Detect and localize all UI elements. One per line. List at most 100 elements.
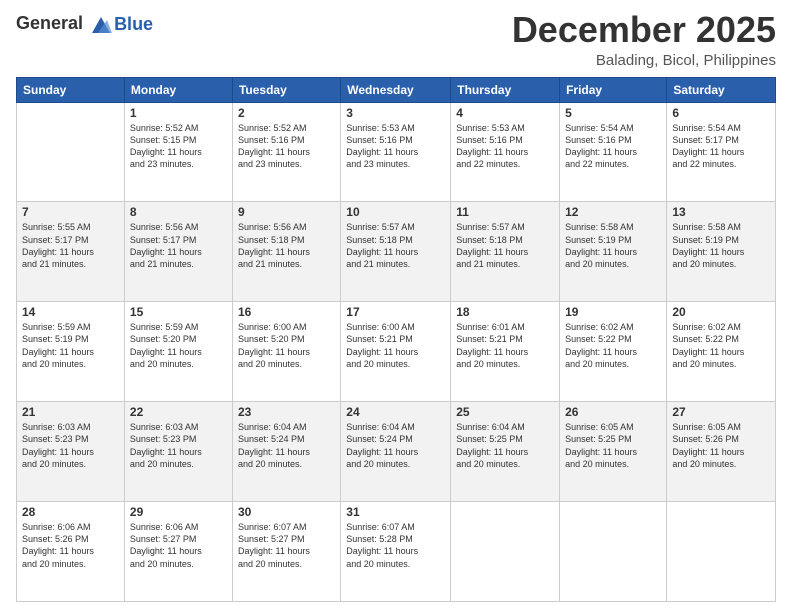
day-info: Sunrise: 6:03 AMSunset: 5:23 PMDaylight:…: [130, 421, 227, 470]
sunset-text: Sunset: 5:18 PM: [238, 234, 335, 246]
calendar-cell: 1Sunrise: 5:52 AMSunset: 5:15 PMDaylight…: [124, 102, 232, 202]
daylight-text: Daylight: 11 hours and 20 minutes.: [346, 446, 445, 470]
daylight-text: Daylight: 11 hours and 20 minutes.: [130, 545, 227, 569]
sunset-text: Sunset: 5:17 PM: [22, 234, 119, 246]
daylight-text: Daylight: 11 hours and 21 minutes.: [130, 246, 227, 270]
day-info: Sunrise: 5:57 AMSunset: 5:18 PMDaylight:…: [456, 221, 554, 270]
sunrise-text: Sunrise: 5:57 AM: [346, 221, 445, 233]
day-info: Sunrise: 5:53 AMSunset: 5:16 PMDaylight:…: [456, 122, 554, 171]
sunset-text: Sunset: 5:23 PM: [130, 433, 227, 445]
location: Balading, Bicol, Philippines: [512, 52, 776, 69]
day-number: 19: [565, 305, 661, 319]
page: General Blue December 2025 Balading, Bic…: [0, 0, 792, 612]
weekday-header-sunday: Sunday: [17, 77, 125, 102]
sunset-text: Sunset: 5:24 PM: [238, 433, 335, 445]
day-number: 16: [238, 305, 335, 319]
day-number: 26: [565, 405, 661, 419]
daylight-text: Daylight: 11 hours and 20 minutes.: [238, 346, 335, 370]
calendar-cell: [17, 102, 125, 202]
calendar-cell: 31Sunrise: 6:07 AMSunset: 5:28 PMDayligh…: [341, 502, 451, 602]
sunset-text: Sunset: 5:20 PM: [130, 333, 227, 345]
sunrise-text: Sunrise: 6:07 AM: [238, 521, 335, 533]
day-number: 22: [130, 405, 227, 419]
daylight-text: Daylight: 11 hours and 20 minutes.: [672, 446, 770, 470]
daylight-text: Daylight: 11 hours and 20 minutes.: [565, 446, 661, 470]
calendar-cell: [451, 502, 560, 602]
daylight-text: Daylight: 11 hours and 20 minutes.: [346, 545, 445, 569]
calendar-cell: 20Sunrise: 6:02 AMSunset: 5:22 PMDayligh…: [667, 302, 776, 402]
calendar-cell: 24Sunrise: 6:04 AMSunset: 5:24 PMDayligh…: [341, 402, 451, 502]
day-info: Sunrise: 6:05 AMSunset: 5:26 PMDaylight:…: [672, 421, 770, 470]
calendar-cell: 27Sunrise: 6:05 AMSunset: 5:26 PMDayligh…: [667, 402, 776, 502]
sunset-text: Sunset: 5:17 PM: [130, 234, 227, 246]
calendar-cell: 8Sunrise: 5:56 AMSunset: 5:17 PMDaylight…: [124, 202, 232, 302]
calendar-cell: 11 Sunrise: 5:57 AMSunset: 5:18 PMDayligh…: [451, 202, 560, 302]
day-info: Sunrise: 5:57 AMSunset: 5:18 PMDaylight:…: [346, 221, 445, 270]
weekday-header-monday: Monday: [124, 77, 232, 102]
day-number: 3: [346, 106, 445, 120]
sunrise-text: Sunrise: 6:03 AM: [130, 421, 227, 433]
sunrise-text: Sunrise: 6:04 AM: [456, 421, 554, 433]
sunrise-text: Sunrise: 6:07 AM: [346, 521, 445, 533]
calendar-week-row: 21Sunrise: 6:03 AMSunset: 5:23 PMDayligh…: [17, 402, 776, 502]
day-number: 11: [456, 205, 554, 219]
sunset-text: Sunset: 5:23 PM: [22, 433, 119, 445]
calendar-header-row: SundayMondayTuesdayWednesdayThursdayFrid…: [17, 77, 776, 102]
title-block: December 2025 Balading, Bicol, Philippin…: [512, 10, 776, 69]
daylight-text: Daylight: 11 hours and 20 minutes.: [238, 545, 335, 569]
day-number: 24: [346, 405, 445, 419]
day-info: Sunrise: 6:04 AMSunset: 5:25 PMDaylight:…: [456, 421, 554, 470]
day-number: 13: [672, 205, 770, 219]
calendar-cell: [560, 502, 667, 602]
day-info: Sunrise: 5:52 AMSunset: 5:16 PMDaylight:…: [238, 122, 335, 171]
day-info: Sunrise: 6:07 AMSunset: 5:28 PMDaylight:…: [346, 521, 445, 570]
weekday-header-tuesday: Tuesday: [232, 77, 340, 102]
daylight-text: Daylight: 11 hours and 21 minutes.: [346, 246, 445, 270]
calendar-cell: [667, 502, 776, 602]
sunrise-text: Sunrise: 5:56 AM: [238, 221, 335, 233]
daylight-text: Daylight: 11 hours and 20 minutes.: [672, 346, 770, 370]
day-number: 23: [238, 405, 335, 419]
sunset-text: Sunset: 5:28 PM: [346, 533, 445, 545]
daylight-text: Daylight: 11 hours and 23 minutes.: [238, 146, 335, 170]
day-info: Sunrise: 5:59 AMSunset: 5:19 PMDaylight:…: [22, 321, 119, 370]
sunrise-text: Sunrise: 6:06 AM: [130, 521, 227, 533]
sunset-text: Sunset: 5:16 PM: [238, 134, 335, 146]
daylight-text: Daylight: 11 hours and 22 minutes.: [672, 146, 770, 170]
calendar-cell: 3Sunrise: 5:53 AMSunset: 5:16 PMDaylight…: [341, 102, 451, 202]
calendar-cell: 6Sunrise: 5:54 AMSunset: 5:17 PMDaylight…: [667, 102, 776, 202]
calendar-cell: 5Sunrise: 5:54 AMSunset: 5:16 PMDaylight…: [560, 102, 667, 202]
calendar-cell: 15Sunrise: 5:59 AMSunset: 5:20 PMDayligh…: [124, 302, 232, 402]
weekday-header-friday: Friday: [560, 77, 667, 102]
weekday-header-saturday: Saturday: [667, 77, 776, 102]
logo: General Blue: [16, 14, 153, 35]
daylight-text: Daylight: 11 hours and 20 minutes.: [565, 346, 661, 370]
calendar-cell: 19Sunrise: 6:02 AMSunset: 5:22 PMDayligh…: [560, 302, 667, 402]
weekday-header-wednesday: Wednesday: [341, 77, 451, 102]
sunrise-text: Sunrise: 5:58 AM: [565, 221, 661, 233]
sunrise-text: Sunrise: 6:03 AM: [22, 421, 119, 433]
daylight-text: Daylight: 11 hours and 20 minutes.: [456, 346, 554, 370]
day-number: 2: [238, 106, 335, 120]
daylight-text: Daylight: 11 hours and 20 minutes.: [456, 446, 554, 470]
day-number: 10: [346, 205, 445, 219]
calendar-cell: 23Sunrise: 6:04 AMSunset: 5:24 PMDayligh…: [232, 402, 340, 502]
logo-general: General: [16, 13, 83, 33]
sunrise-text: Sunrise: 5:59 AM: [130, 321, 227, 333]
calendar-cell: 18Sunrise: 6:01 AMSunset: 5:21 PMDayligh…: [451, 302, 560, 402]
calendar-cell: 22 Sunrise: 6:03 AMSunset: 5:23 PMDayligh…: [124, 402, 232, 502]
sunset-text: Sunset: 5:25 PM: [456, 433, 554, 445]
day-number: 17: [346, 305, 445, 319]
sunset-text: Sunset: 5:15 PM: [130, 134, 227, 146]
day-info: Sunrise: 5:54 AMSunset: 5:16 PMDaylight:…: [565, 122, 661, 171]
day-number: 9: [238, 205, 335, 219]
day-number: 28: [22, 505, 119, 519]
daylight-text: Daylight: 11 hours and 20 minutes.: [346, 346, 445, 370]
calendar-cell: 26Sunrise: 6:05 AMSunset: 5:25 PMDayligh…: [560, 402, 667, 502]
calendar-cell: 28Sunrise: 6:06 AMSunset: 5:26 PMDayligh…: [17, 502, 125, 602]
calendar-cell: 9Sunrise: 5:56 AMSunset: 5:18 PMDaylight…: [232, 202, 340, 302]
sunrise-text: Sunrise: 5:58 AM: [672, 221, 770, 233]
day-info: Sunrise: 6:00 AMSunset: 5:20 PMDaylight:…: [238, 321, 335, 370]
daylight-text: Daylight: 11 hours and 21 minutes.: [22, 246, 119, 270]
sunrise-text: Sunrise: 5:55 AM: [22, 221, 119, 233]
